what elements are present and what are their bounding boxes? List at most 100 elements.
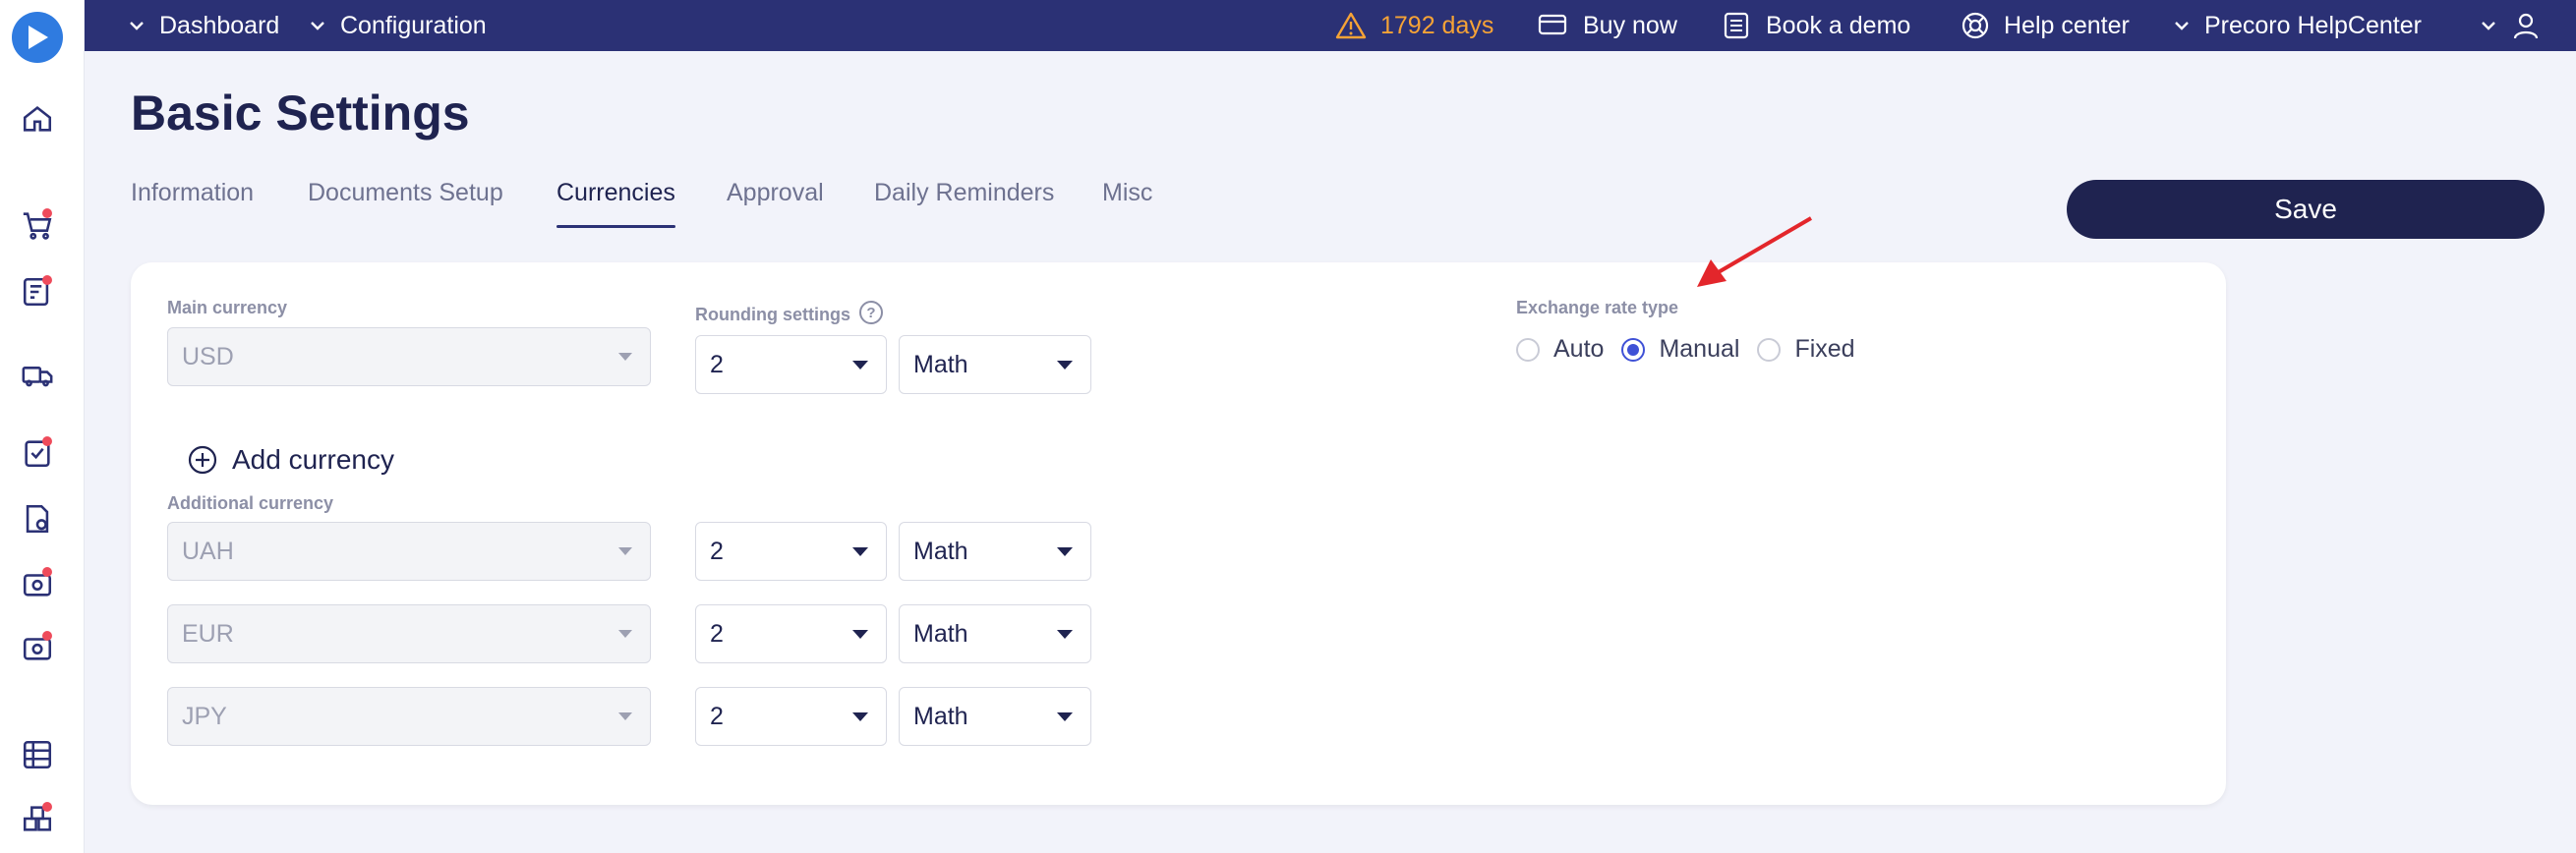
additional-method-select[interactable]: Math: [899, 687, 1091, 746]
help-icon[interactable]: ?: [859, 301, 883, 324]
tab-approval[interactable]: Approval: [727, 179, 824, 228]
notification-dot: [42, 275, 52, 285]
caret-down-icon: [852, 361, 868, 370]
configuration-menu[interactable]: Configuration: [309, 0, 487, 51]
method-value: Math: [913, 350, 968, 378]
receipt-check-icon[interactable]: [17, 432, 58, 474]
chevron-down-icon: [311, 22, 324, 30]
caret-down-icon: [1057, 630, 1073, 639]
additional-precision-select[interactable]: 2: [695, 687, 887, 746]
main-currency-label: Main currency: [167, 298, 288, 317]
tab-currencies[interactable]: Currencies: [556, 179, 675, 228]
notification-dot: [42, 567, 52, 577]
radio-manual[interactable]: Manual: [1621, 335, 1739, 364]
radio-label: Manual: [1659, 335, 1740, 363]
precision-value: 2: [710, 702, 724, 730]
caret-down-icon: [1057, 547, 1073, 556]
main-currency-value: USD: [182, 342, 234, 370]
app-logo[interactable]: [12, 12, 63, 63]
additional-method-select[interactable]: Math: [899, 604, 1091, 663]
sidebar: [0, 0, 85, 853]
truck-icon[interactable]: [17, 353, 58, 394]
book-demo-label: Book a demo: [1766, 11, 1911, 39]
method-value: Math: [913, 702, 968, 730]
precision-value: 2: [710, 619, 724, 648]
exchange-rate-type-label: Exchange rate type: [1516, 298, 1679, 317]
trial-days-indicator[interactable]: 1792 days: [1335, 0, 1493, 51]
budget-table-icon[interactable]: [17, 734, 58, 775]
trial-days-label: 1792 days: [1380, 11, 1494, 39]
warning-icon: [1335, 12, 1367, 39]
caret-down-icon: [852, 712, 868, 721]
main-rounding-method-select[interactable]: Math: [899, 335, 1091, 394]
method-value: Math: [913, 537, 968, 565]
currency-value: JPY: [182, 702, 227, 730]
dashboard-label: Dashboard: [159, 11, 280, 39]
radio-circle: [1757, 337, 1782, 362]
help-center-label: Help center: [2004, 11, 2130, 39]
currency-value: EUR: [182, 619, 234, 648]
calendar-icon: [1724, 12, 1749, 39]
radio-label: Fixed: [1794, 335, 1855, 363]
page-title: Basic Settings: [131, 85, 470, 141]
user-menu[interactable]: [2480, 0, 2541, 51]
radio-fixed[interactable]: Fixed: [1757, 335, 1855, 364]
add-currency-button[interactable]: Add currency: [187, 444, 394, 476]
book-demo-link[interactable]: Book a demo: [1723, 0, 1910, 51]
annotation-arrow-icon: [1697, 216, 1813, 287]
chevron-down-icon: [130, 22, 144, 30]
expense-icon[interactable]: [17, 627, 58, 668]
additional-currency-label: Additional currency: [167, 493, 334, 513]
notification-dot: [42, 802, 52, 812]
invoice-icon[interactable]: [17, 498, 58, 540]
additional-currency-select: JPY: [167, 687, 651, 746]
save-button[interactable]: Save: [2067, 180, 2545, 239]
buy-now-label: Buy now: [1583, 11, 1677, 39]
caret-down-icon: [618, 353, 632, 361]
caret-down-icon: [1057, 712, 1073, 721]
help-center-link[interactable]: Help center: [1961, 0, 2130, 51]
chevron-down-icon: [2175, 22, 2189, 30]
tab-misc[interactable]: Misc: [1102, 179, 1152, 228]
tab-documents-setup[interactable]: Documents Setup: [308, 179, 503, 228]
caret-down-icon: [1057, 361, 1073, 370]
caret-down-icon: [618, 712, 632, 720]
payment-icon[interactable]: [17, 563, 58, 604]
plus-circle-icon: [188, 445, 217, 475]
dashboard-menu[interactable]: Dashboard: [128, 0, 279, 51]
additional-precision-select[interactable]: 2: [695, 604, 887, 663]
radio-label: Auto: [1553, 335, 1605, 363]
chevron-down-icon: [2482, 22, 2495, 30]
approval-list-icon[interactable]: [17, 271, 58, 313]
precision-value: 2: [710, 537, 724, 565]
additional-precision-select[interactable]: 2: [695, 522, 887, 581]
caret-down-icon: [618, 630, 632, 638]
main-rounding-precision-select[interactable]: 2: [695, 335, 887, 394]
radio-circle-selected: [1621, 337, 1646, 362]
home-icon[interactable]: [17, 98, 58, 140]
notification-dot: [42, 631, 52, 641]
additional-method-select[interactable]: Math: [899, 522, 1091, 581]
method-value: Math: [913, 619, 968, 648]
caret-down-icon: [852, 630, 868, 639]
credit-card-icon: [1538, 14, 1567, 35]
rounding-settings-label: Rounding settings: [695, 305, 850, 324]
precision-value: 2: [710, 350, 724, 378]
tab-information[interactable]: Information: [131, 179, 254, 228]
add-currency-label: Add currency: [232, 444, 394, 475]
play-logo-icon: [29, 26, 48, 49]
buy-now-link[interactable]: Buy now: [1538, 0, 1677, 51]
tab-daily-reminders[interactable]: Daily Reminders: [874, 179, 1054, 228]
top-navigation-bar: Dashboard Configuration 1792 days Buy no…: [85, 0, 2576, 51]
company-switcher[interactable]: Precoro HelpCenter: [2173, 0, 2422, 51]
lifebuoy-icon: [1961, 12, 1989, 39]
additional-currency-select: UAH: [167, 522, 651, 581]
purchase-cart-icon[interactable]: [17, 204, 58, 246]
user-icon: [2513, 13, 2539, 39]
exchange-rate-options: Auto Manual Fixed: [1516, 335, 1873, 364]
radio-auto[interactable]: Auto: [1516, 335, 1604, 364]
inventory-icon[interactable]: [17, 798, 58, 839]
notification-dot: [42, 436, 52, 446]
currency-value: UAH: [182, 537, 234, 565]
caret-down-icon: [618, 547, 632, 555]
